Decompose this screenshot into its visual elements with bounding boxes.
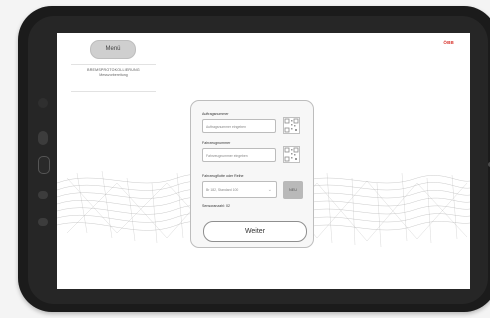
- sidebar-item-subtitle: Messvorbereitung: [99, 73, 128, 77]
- qr-code-icon[interactable]: [283, 146, 300, 163]
- tablet-side-button: [38, 191, 48, 199]
- fleet-label: Fahrzeugflotte oder Reihe: [202, 174, 244, 178]
- sensor-count-label: Sensoranzahl: 02: [202, 204, 230, 208]
- vehicle-number-input[interactable]: Fahrzeugnummer eingeben: [202, 148, 276, 162]
- sidebar-divider: [71, 64, 156, 65]
- tablet-side-button: [38, 218, 48, 226]
- continue-button[interactable]: Weiter: [203, 221, 307, 242]
- order-number-label: Auftragsnummer: [202, 112, 229, 116]
- brand-logo: ÖBB: [443, 40, 454, 45]
- app-screen: Menü BREMSPROTOKOLLIERUNG Messvorbereitu…: [57, 33, 470, 289]
- tablet-home-button: [38, 156, 50, 174]
- tablet-side-button: [38, 131, 48, 145]
- order-number-input[interactable]: Auftragsnummer eingeben: [202, 119, 276, 133]
- measurement-setup-form: Auftragsnummer Auftragsnummer eingeben F…: [190, 100, 314, 248]
- new-fleet-button[interactable]: NEU: [283, 181, 303, 199]
- sidebar-item-brake-protocol[interactable]: BREMSPROTOKOLLIERUNG Messvorbereitung: [71, 68, 156, 77]
- sidebar-divider: [71, 91, 156, 92]
- menu-button[interactable]: Menü: [90, 40, 136, 59]
- fleet-select-value: Br 182, Standard 100: [206, 188, 239, 192]
- fleet-select[interactable]: Br 182, Standard 100 ⌄: [202, 181, 277, 198]
- chevron-down-icon: ⌄: [267, 187, 272, 193]
- vehicle-number-label: Fahrzeugnummer: [202, 141, 231, 145]
- tablet-camera: [38, 98, 48, 108]
- sidebar-item-title: BREMSPROTOKOLLIERUNG: [87, 68, 140, 72]
- qr-code-icon[interactable]: [283, 117, 300, 134]
